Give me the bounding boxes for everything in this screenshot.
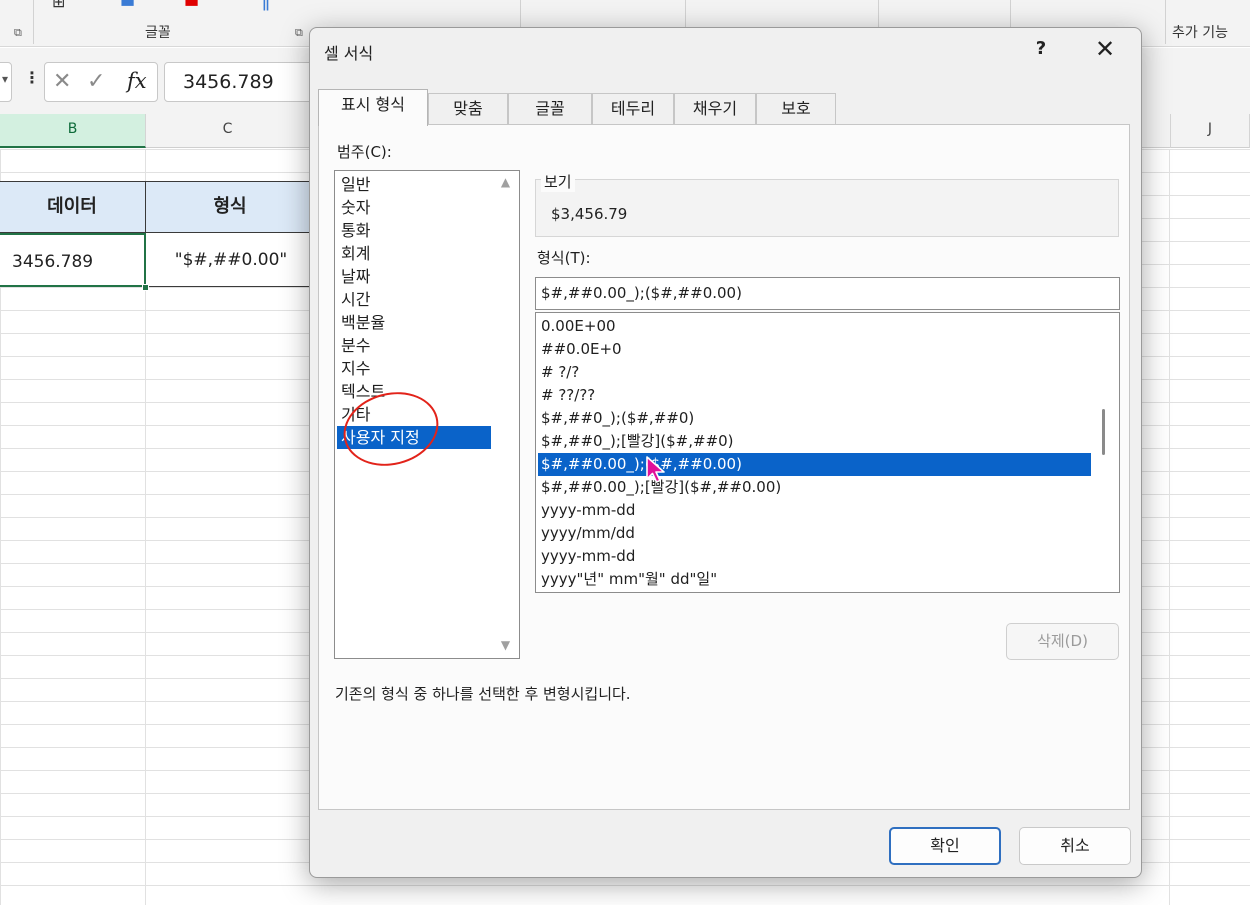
format-item[interactable]: $#,##0.00_);[빨강]($#,##0.00)	[538, 476, 1091, 499]
format-item[interactable]: # ??/??	[538, 384, 1091, 407]
tab-number[interactable]: 표시 형식	[318, 89, 428, 126]
category-item[interactable]: 지수	[337, 357, 491, 380]
tab-alignment[interactable]: 맞춤	[428, 93, 508, 125]
insert-function-icon[interactable]: fx	[127, 69, 147, 93]
tab-protection[interactable]: 보호	[756, 93, 836, 125]
scroll-up-icon[interactable]: ▲	[492, 175, 519, 189]
cell-b2-header[interactable]: 데이터	[0, 181, 146, 233]
category-item[interactable]: 백분율	[337, 311, 491, 334]
cell-b3[interactable]: 3456.789	[0, 233, 146, 287]
cancel-button[interactable]: 취소	[1019, 827, 1131, 865]
delete-button[interactable]: 삭제(D)	[1006, 623, 1119, 660]
column-header-b[interactable]: B	[0, 114, 146, 148]
format-item[interactable]: $#,##0_);[빨강]($#,##0)	[538, 430, 1091, 453]
category-item[interactable]: 통화	[337, 219, 491, 242]
format-cells-dialog: 셀 서식 ? ✕ 표시 형식 맞춤 글꼴 테두리 채우기 보호 범주(C): 일…	[309, 27, 1142, 878]
font-dialog-launcher-icon[interactable]: ⧉	[295, 26, 303, 40]
format-item[interactable]: $#,##0_);($#,##0)	[538, 407, 1091, 430]
format-item[interactable]: # ?/?	[538, 361, 1091, 384]
format-list[interactable]: 0.00E+00 ##0.0E+0 # ?/? # ??/?? $#,##0_)…	[535, 312, 1120, 593]
category-scrollbar[interactable]: ▲ ▼	[492, 171, 519, 658]
format-item[interactable]: yyyy-mm-dd	[538, 545, 1091, 568]
column-header-c[interactable]: C	[146, 114, 310, 148]
tab-fill[interactable]: 채우기	[674, 93, 756, 125]
chevron-down-icon: ▾	[1, 72, 8, 86]
more-options-icon[interactable]: ⋮	[24, 68, 40, 87]
cancel-formula-icon[interactable]: ✕	[53, 69, 71, 94]
tab-strip: 표시 형식 맞춤 글꼴 테두리 채우기 보호	[318, 89, 1134, 126]
name-box[interactable]: ▾	[0, 62, 12, 102]
format-item[interactable]: yyyy/mm/dd	[538, 522, 1091, 545]
scroll-down-icon[interactable]: ▼	[492, 638, 519, 652]
format-scrollbar[interactable]	[1091, 313, 1119, 592]
ribbon-group-font-label: 글꼴	[145, 25, 171, 41]
category-item[interactable]: 일반	[337, 173, 491, 196]
formula-input[interactable]: 3456.789	[164, 62, 324, 102]
tab-font[interactable]: 글꼴	[508, 93, 592, 125]
format-item[interactable]: yyyy"년" mm"월" dd"일"	[538, 568, 1091, 591]
category-item[interactable]: 숫자	[337, 196, 491, 219]
cell-c3[interactable]: "$#,##0.00"	[146, 233, 316, 287]
fill-handle[interactable]	[142, 284, 149, 291]
column-header-j[interactable]: J	[1170, 114, 1250, 148]
underline-icon[interactable]: ▬	[120, 0, 135, 11]
format-item-selected[interactable]: $#,##0.00_);($#,##0.00)	[538, 453, 1091, 476]
format-item[interactable]: yyyy-mm-dd	[538, 499, 1091, 522]
font-color-icon[interactable]: ▬	[184, 0, 199, 11]
number-tab-panel: 범주(C): 일반 숫자 통화 회계 날짜 시간 백분율 분수 지수 텍스트 기…	[318, 124, 1130, 810]
category-item[interactable]: 시간	[337, 288, 491, 311]
category-item[interactable]: 회계	[337, 242, 491, 265]
format-item[interactable]: ##0.0E+0	[538, 338, 1091, 361]
type-input[interactable]: $#,##0.00_);($#,##0.00)	[535, 277, 1120, 310]
type-label: 형식(T):	[537, 249, 591, 267]
formula-actions: ✕ ✓ fx	[44, 62, 158, 102]
cell-c2-header[interactable]: 형식	[145, 181, 315, 233]
ok-button[interactable]: 확인	[889, 827, 1001, 865]
help-button[interactable]: ?	[1028, 36, 1054, 62]
table-icon[interactable]: ⊞	[52, 0, 65, 11]
mouse-pointer-icon	[646, 456, 665, 483]
enter-formula-icon[interactable]: ✓	[87, 69, 105, 94]
category-item[interactable]: 날짜	[337, 265, 491, 288]
tab-border[interactable]: 테두리	[592, 93, 674, 125]
ribbon-group-addins-label: 추가 기능	[1172, 25, 1228, 41]
hint-text: 기존의 형식 중 하나를 선택한 후 변형시킵니다.	[335, 685, 631, 703]
scroll-thumb[interactable]	[1102, 409, 1105, 455]
category-item[interactable]: 분수	[337, 334, 491, 357]
dialog-launcher-icon[interactable]: ⧉	[14, 26, 22, 40]
dialog-title: 셀 서식	[324, 44, 374, 63]
preview-value: $3,456.79	[551, 205, 628, 223]
format-item[interactable]: 0.00E+00	[538, 315, 1091, 338]
preview-label: 보기	[541, 171, 575, 192]
category-label: 범주(C):	[337, 143, 392, 161]
text-direction-icon[interactable]: ǁ	[262, 0, 270, 11]
close-icon[interactable]: ✕	[1090, 34, 1120, 64]
